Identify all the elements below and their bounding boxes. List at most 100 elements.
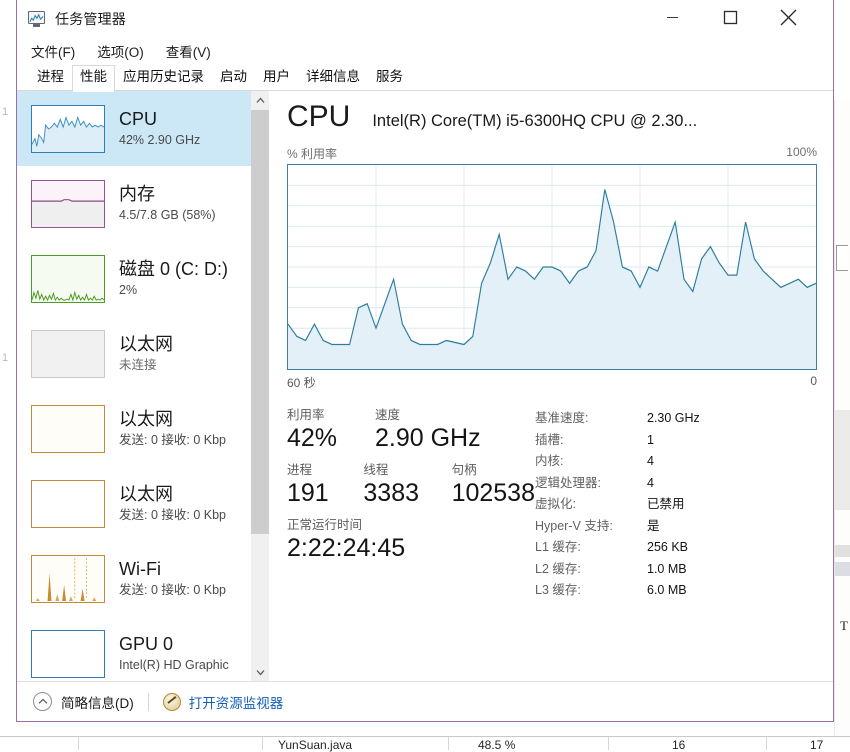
- stat-value: 3383: [363, 478, 451, 509]
- gpu-thumbnail-graph: [31, 630, 105, 678]
- memory-thumbnail-graph: [31, 180, 105, 228]
- chart-time-axis: 60 秒 0: [287, 374, 817, 391]
- sidebar-ethernet-1-text: 以太网 未连接: [119, 334, 173, 374]
- sidebar-item-ethernet-3[interactable]: 以太网 发送: 0 接收: 0 Kbp: [17, 466, 251, 541]
- sidebar-memory-text: 内存 4.5/7.8 GB (58%): [119, 184, 216, 224]
- disk-thumbnail-graph: [31, 255, 105, 303]
- sidebar-item-title: GPU 0: [119, 634, 229, 655]
- tab-performance[interactable]: 性能: [72, 65, 115, 92]
- chart-y-label: % 利用率: [287, 145, 337, 162]
- stat-row-processes-threads-handles: 进程 191 线程 3383 句柄 102538: [287, 462, 535, 509]
- stat-value: 2:22:24:45: [287, 533, 405, 564]
- stat-label: 线程: [363, 462, 451, 478]
- sidebar-item-subtitle: 42% 2.90 GHz: [119, 132, 200, 149]
- monitor-chart-icon: [27, 11, 47, 28]
- tab-users[interactable]: 用户: [255, 65, 298, 91]
- sidebar-item-gpu[interactable]: GPU 0 Intel(R) HD Graphic: [17, 616, 251, 681]
- cpu-model-name: Intel(R) Core(TM) i5-6300HQ CPU @ 2.30..…: [372, 103, 697, 139]
- stat-value: 102538: [452, 478, 535, 509]
- sidebar-item-ethernet-1[interactable]: 以太网 未连接: [17, 316, 251, 391]
- scroll-down-arrow-icon[interactable]: [251, 663, 269, 681]
- spec-value: 6.0 MB: [647, 580, 687, 602]
- brief-info-button[interactable]: 简略信息(D): [61, 692, 134, 712]
- stat-handles: 句柄 102538: [452, 462, 535, 509]
- status-divider: [148, 693, 149, 711]
- chart-time-left: 60 秒: [287, 374, 316, 391]
- sidebar-item-subtitle: 发送: 0 接收: 0 Kbp: [119, 507, 226, 524]
- spec-l2-cache: L2 缓存: 1.0 MB: [535, 559, 817, 581]
- stat-processes: 进程 191: [287, 462, 363, 509]
- ethernet-thumbnail-graph: [31, 330, 105, 378]
- spec-base-speed: 基准速度: 2.30 GHz: [535, 408, 817, 430]
- sidebar-disk-text: 磁盘 0 (C: D:) 2%: [119, 259, 228, 299]
- scrollbar-thumb[interactable]: [251, 110, 269, 534]
- stat-row-utilization-speed: 利用率 42% 速度 2.90 GHz: [287, 407, 535, 454]
- menu-item-view[interactable]: 查看(V): [166, 41, 211, 61]
- sidebar-item-title: 以太网: [119, 484, 226, 505]
- resource-sidebar: CPU 42% 2.90 GHz 内存 4.5/7.8 GB: [17, 91, 269, 681]
- close-button[interactable]: [765, 0, 811, 34]
- spec-key: 内核:: [535, 451, 647, 473]
- chevron-up-circle-icon[interactable]: [33, 692, 52, 711]
- sidebar-scrollbar[interactable]: [251, 91, 269, 681]
- spec-virtualization: 虚拟化: 已禁用: [535, 494, 817, 516]
- tab-processes[interactable]: 进程: [29, 65, 72, 91]
- spec-l1-cache: L1 缓存: 256 KB: [535, 537, 817, 559]
- sidebar-item-subtitle: 未连接: [119, 357, 173, 374]
- spec-cores: 内核: 4: [535, 451, 817, 473]
- stat-threads: 线程 3383: [363, 462, 451, 509]
- stat-label: 正常运行时间: [287, 517, 405, 533]
- window-title: 任务管理器: [55, 9, 126, 29]
- open-resource-monitor-link[interactable]: 打开资源监视器: [189, 692, 284, 712]
- sidebar-item-title: 磁盘 0 (C: D:): [119, 259, 228, 280]
- stat-value: 191: [287, 478, 363, 509]
- task-manager-window: 任务管理器 文件(F) 选项(O) 查看(V) 进程 性能 应用历史记录 启动 …: [16, 0, 834, 722]
- chart-y-max: 100%: [786, 145, 817, 162]
- sidebar-item-cpu[interactable]: CPU 42% 2.90 GHz: [17, 91, 251, 166]
- spec-value: 1.0 MB: [647, 559, 687, 581]
- sidebar-gpu-text: GPU 0 Intel(R) HD Graphic: [119, 634, 229, 674]
- menu-item-file[interactable]: 文件(F): [31, 41, 75, 61]
- sidebar-item-title: 以太网: [119, 334, 173, 355]
- stat-row-uptime: 正常运行时间 2:22:24:45: [287, 517, 535, 564]
- sidebar-item-subtitle: 4.5/7.8 GB (58%): [119, 207, 216, 224]
- stats-specs: 基准速度: 2.30 GHz 插槽: 1 内核: 4 逻辑处理器: 4: [535, 407, 817, 602]
- stats-section: 利用率 42% 速度 2.90 GHz 进程 191: [287, 407, 817, 602]
- title-bar: 任务管理器: [17, 0, 833, 38]
- spec-value: 1: [647, 430, 654, 452]
- tab-app-history[interactable]: 应用历史记录: [115, 65, 212, 91]
- content-area: CPU 42% 2.90 GHz 内存 4.5/7.8 GB: [17, 91, 833, 681]
- maximize-button[interactable]: [707, 0, 753, 34]
- resource-monitor-icon[interactable]: [163, 693, 181, 711]
- stats-primary: 利用率 42% 速度 2.90 GHz 进程 191: [287, 407, 535, 602]
- tab-details[interactable]: 详细信息: [298, 65, 368, 91]
- cpu-detail-panel: CPU Intel(R) Core(TM) i5-6300HQ CPU @ 2.…: [269, 91, 833, 681]
- sidebar-item-ethernet-2[interactable]: 以太网 发送: 0 接收: 0 Kbp: [17, 391, 251, 466]
- tab-services[interactable]: 服务: [368, 65, 411, 91]
- background-right-marker: T: [840, 618, 848, 634]
- scroll-up-arrow-icon[interactable]: [251, 91, 269, 109]
- spec-key: 基准速度:: [535, 408, 647, 430]
- ethernet-thumbnail-graph: [31, 480, 105, 528]
- spec-value: 4: [647, 473, 654, 495]
- stat-utilization: 利用率 42%: [287, 407, 375, 454]
- background-right-block-3: [835, 562, 850, 576]
- sidebar-item-subtitle: 发送: 0 接收: 0 Kbp: [119, 432, 226, 449]
- sidebar-item-title: Wi-Fi: [119, 559, 226, 580]
- background-left-marker-2: 1: [2, 352, 8, 364]
- menu-item-options[interactable]: 选项(O): [97, 41, 144, 61]
- sidebar-item-title: 以太网: [119, 409, 226, 430]
- stat-speed: 速度 2.90 GHz: [375, 407, 481, 454]
- tab-startup[interactable]: 启动: [212, 65, 255, 91]
- spec-key: L3 缓存:: [535, 580, 647, 602]
- spec-key: L2 缓存:: [535, 559, 647, 581]
- sidebar-ethernet-3-text: 以太网 发送: 0 接收: 0 Kbp: [119, 484, 226, 524]
- minimize-button[interactable]: [649, 0, 695, 34]
- stat-value: 42%: [287, 423, 375, 454]
- spec-l3-cache: L3 缓存: 6.0 MB: [535, 580, 817, 602]
- spec-hyperv-support: Hyper-V 支持: 是: [535, 516, 817, 538]
- sidebar-item-memory[interactable]: 内存 4.5/7.8 GB (58%): [17, 166, 251, 241]
- sidebar-item-wifi[interactable]: Wi-Fi 发送: 0 接收: 0 Kbp: [17, 541, 251, 616]
- spec-key: 插槽:: [535, 430, 647, 452]
- sidebar-item-disk[interactable]: 磁盘 0 (C: D:) 2%: [17, 241, 251, 316]
